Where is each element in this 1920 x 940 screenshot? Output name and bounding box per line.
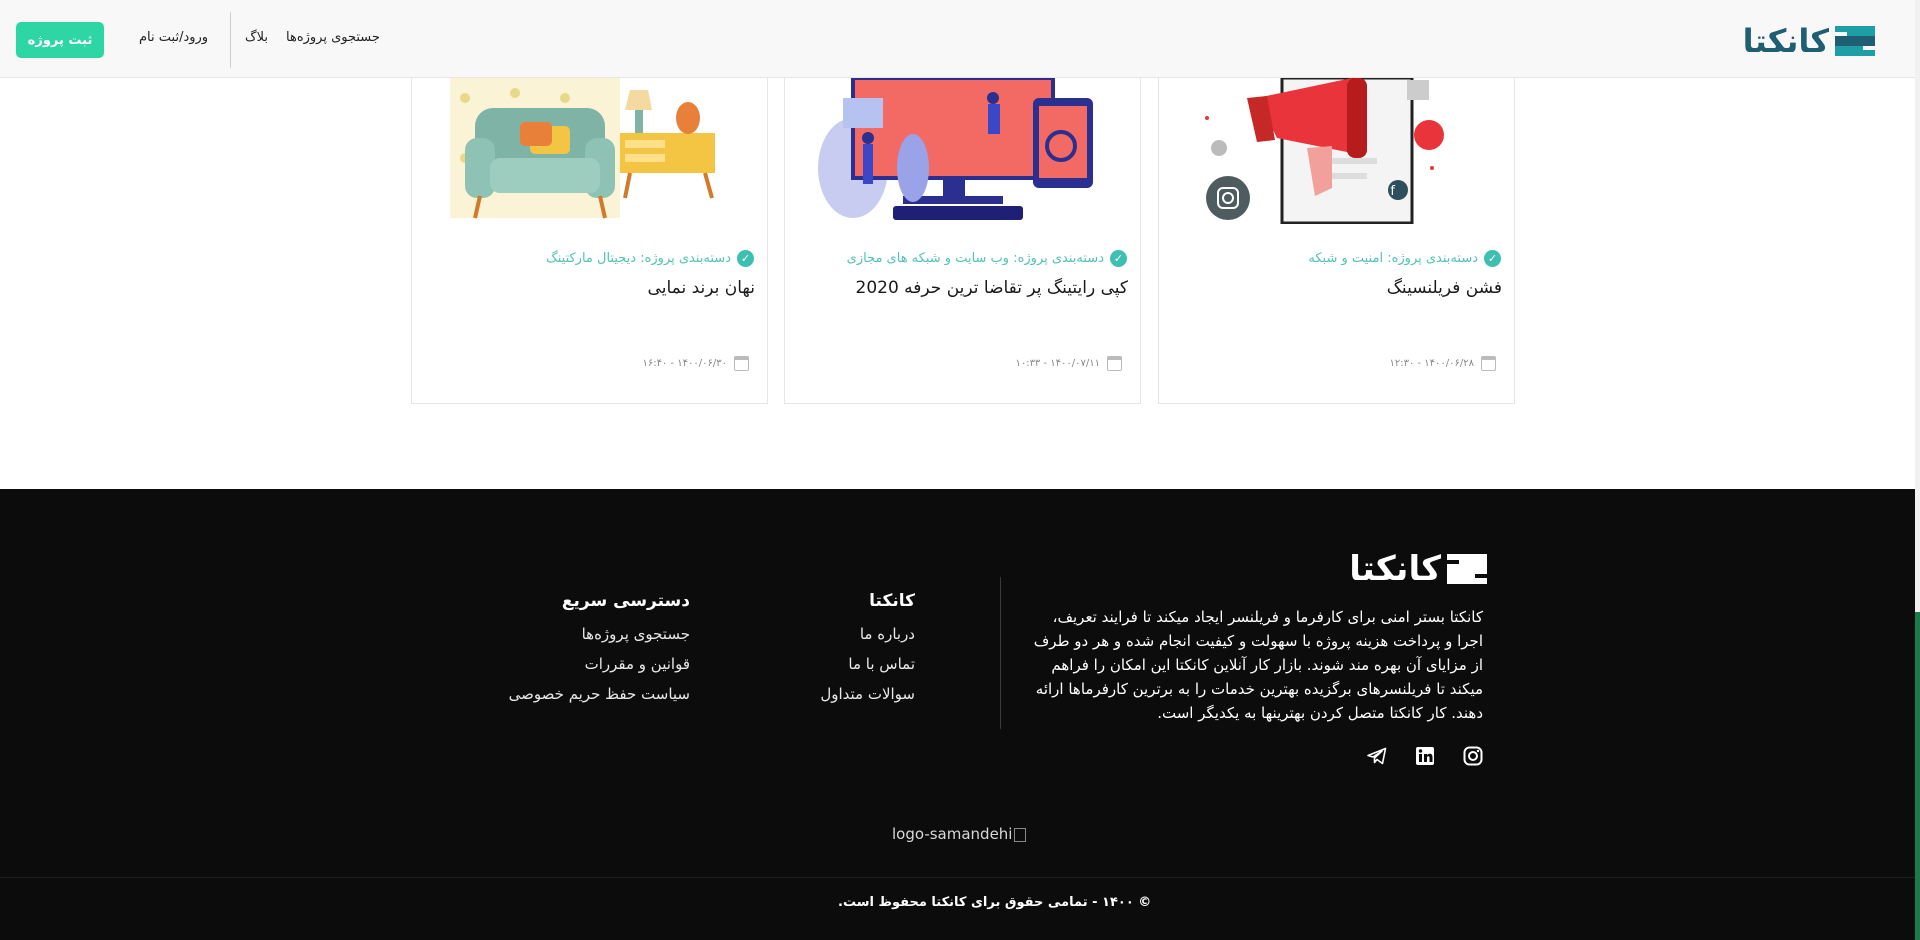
nav-divider — [230, 12, 231, 68]
logo-mark-icon — [1835, 24, 1875, 58]
register-project-button[interactable]: ثبت پروژه — [16, 22, 104, 58]
footer-logo-text: کانکتا — [1349, 549, 1442, 589]
project-cards: f ✓ دسته‌بندی پروژه: امنیت و شبکه فشن فر… — [411, 78, 1515, 404]
footer-about-text: کانکتا بستر امنی برای کارفرما و فریلنسر … — [1033, 608, 1483, 722]
linkedin-icon[interactable] — [1414, 745, 1436, 767]
telegram-icon[interactable] — [1366, 745, 1388, 767]
check-circle-icon: ✓ — [737, 250, 754, 267]
project-card[interactable]: f ✓ دسته‌بندی پروژه: امنیت و شبکه فشن فر… — [1158, 78, 1515, 404]
card-date: ۱۴۰۰/۰۶/۳۰ - ۱۶:۴۰ — [642, 356, 749, 371]
card-category: ✓ دسته‌بندی پروژه: امنیت و شبکه — [1308, 250, 1501, 267]
calendar-icon — [1107, 356, 1122, 371]
card-date-label: ۱۴۰۰/۰۶/۳۰ - ۱۶:۴۰ — [642, 358, 727, 369]
calendar-icon — [734, 356, 749, 371]
footer-logo[interactable]: کانکتا — [1349, 549, 1487, 589]
footer-link-faq[interactable]: سوالات متداول — [820, 685, 915, 703]
copyright-bar: © ۱۴۰۰ - تمامی حقوق برای کانکتا محفوظ اس… — [0, 877, 1915, 940]
samandehi-logo[interactable]: logo-samandehi — [892, 825, 1027, 843]
footer-link-search-projects[interactable]: جستجوی پروژه‌ها — [509, 625, 690, 643]
footer-link-terms[interactable]: قوانین و مقررات — [509, 655, 690, 673]
megaphone-image: f — [1169, 78, 1504, 224]
samandehi-alt-text: logo-samandehi — [892, 825, 1013, 843]
card-title[interactable]: فشن فریلنسینگ — [1387, 278, 1502, 298]
footer-column-kanekta: کانکتا درباره ما تماس با ما سوالات متداو… — [820, 591, 915, 715]
calendar-icon — [1481, 356, 1496, 371]
logo-mark-icon — [1447, 552, 1487, 586]
card-category: ✓ دسته‌بندی پروژه: دیجیتال مارکتینگ — [546, 250, 754, 267]
card-date: ۱۴۰۰/۰۷/۱۱ - ۱۰:۳۳ — [1015, 356, 1122, 371]
instagram-icon[interactable] — [1462, 745, 1484, 767]
footer-link-privacy[interactable]: سیاست حفظ حریم خصوصی — [509, 685, 690, 703]
card-category-label: دسته‌بندی پروژه: وب سایت و شبکه های مجاز… — [846, 251, 1104, 266]
card-title[interactable]: کپی رایتینگ پر تقاضا ترین حرفه 2020 — [856, 278, 1129, 298]
project-card[interactable]: ✓ دسته‌بندی پروژه: وب سایت و شبکه های مج… — [784, 78, 1141, 404]
svg-text:f: f — [1390, 184, 1395, 199]
card-category-label: دسته‌بندی پروژه: دیجیتال مارکتینگ — [546, 251, 731, 266]
footer-link-contact[interactable]: تماس با ما — [820, 655, 915, 673]
site-header: کانکتا ثبت پروژه ورود/ثبت نام بلاگ جستجو… — [0, 0, 1915, 78]
card-category-label: دسته‌بندی پروژه: امنیت و شبکه — [1308, 251, 1478, 266]
footer-column-title: کانکتا — [869, 591, 915, 611]
footer-link-about[interactable]: درباره ما — [820, 625, 915, 643]
broken-image-icon — [1014, 827, 1027, 842]
scrollbar-thumb[interactable] — [1915, 612, 1920, 940]
copyright-text: © ۱۴۰۰ - تمامی حقوق برای کانکتا محفوظ اس… — [838, 895, 1152, 910]
card-title[interactable]: نهان برند نمایی — [648, 278, 755, 298]
site-footer: کانکتا کانکتا بستر امنی برای کارفرما و ف… — [0, 489, 1915, 940]
project-card[interactable]: ✓ دسته‌بندی پروژه: دیجیتال مارکتینگ نهان… — [411, 78, 768, 404]
blog-link[interactable]: بلاگ — [245, 30, 268, 45]
footer-divider — [1000, 577, 1001, 729]
search-projects-link[interactable]: جستجوی پروژه‌ها — [286, 30, 380, 45]
check-circle-icon: ✓ — [1110, 250, 1127, 267]
site-logo[interactable]: کانکتا — [1743, 22, 1875, 60]
armchair-illustration-image — [422, 78, 757, 224]
card-date-label: ۱۴۰۰/۰۶/۲۸ - ۱۲:۳۰ — [1389, 358, 1474, 369]
footer-column-title: دسترسی سریع — [561, 591, 690, 611]
card-category: ✓ دسته‌بندی پروژه: وب سایت و شبکه های مج… — [847, 250, 1127, 267]
card-date: ۱۴۰۰/۰۶/۲۸ - ۱۲:۳۰ — [1389, 356, 1496, 371]
footer-column-quick-access: دسترسی سریع جستجوی پروژه‌ها قوانین و مقر… — [509, 591, 690, 715]
computer-illustration-image — [795, 78, 1130, 224]
card-date-label: ۱۴۰۰/۰۷/۱۱ - ۱۰:۳۳ — [1015, 358, 1100, 369]
check-circle-icon: ✓ — [1484, 250, 1501, 267]
logo-text: کانکتا — [1742, 22, 1830, 60]
login-link[interactable]: ورود/ثبت نام — [139, 30, 208, 45]
social-links — [1366, 745, 1484, 767]
